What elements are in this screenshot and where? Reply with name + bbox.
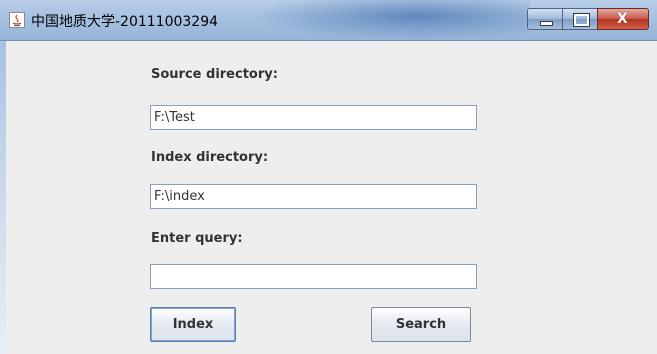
java-app-icon <box>9 12 25 28</box>
query-input[interactable] <box>150 264 477 289</box>
close-button[interactable]: X <box>597 8 649 30</box>
source-directory-label: Source directory: <box>151 67 278 82</box>
source-directory-field[interactable]: F:\Test <box>150 105 477 130</box>
window-title: 中国地质大学-20111003294 <box>31 14 219 30</box>
maximize-icon <box>573 13 590 27</box>
title-bar[interactable]: 中国地质大学-20111003294 X <box>0 0 657 41</box>
maximize-button[interactable] <box>562 8 598 30</box>
index-button[interactable]: Index <box>150 307 236 342</box>
minimize-icon <box>540 21 553 26</box>
minimize-button[interactable] <box>527 8 563 30</box>
search-button[interactable]: Search <box>371 307 471 342</box>
query-label: Enter query: <box>151 231 243 246</box>
close-icon: X <box>617 11 628 27</box>
index-directory-field[interactable]: F:\index <box>150 184 477 209</box>
index-directory-label: Index directory: <box>151 150 269 165</box>
title-bar-glow <box>250 0 530 40</box>
app-window: 中国地质大学-20111003294 X Source directory: F… <box>0 0 657 354</box>
